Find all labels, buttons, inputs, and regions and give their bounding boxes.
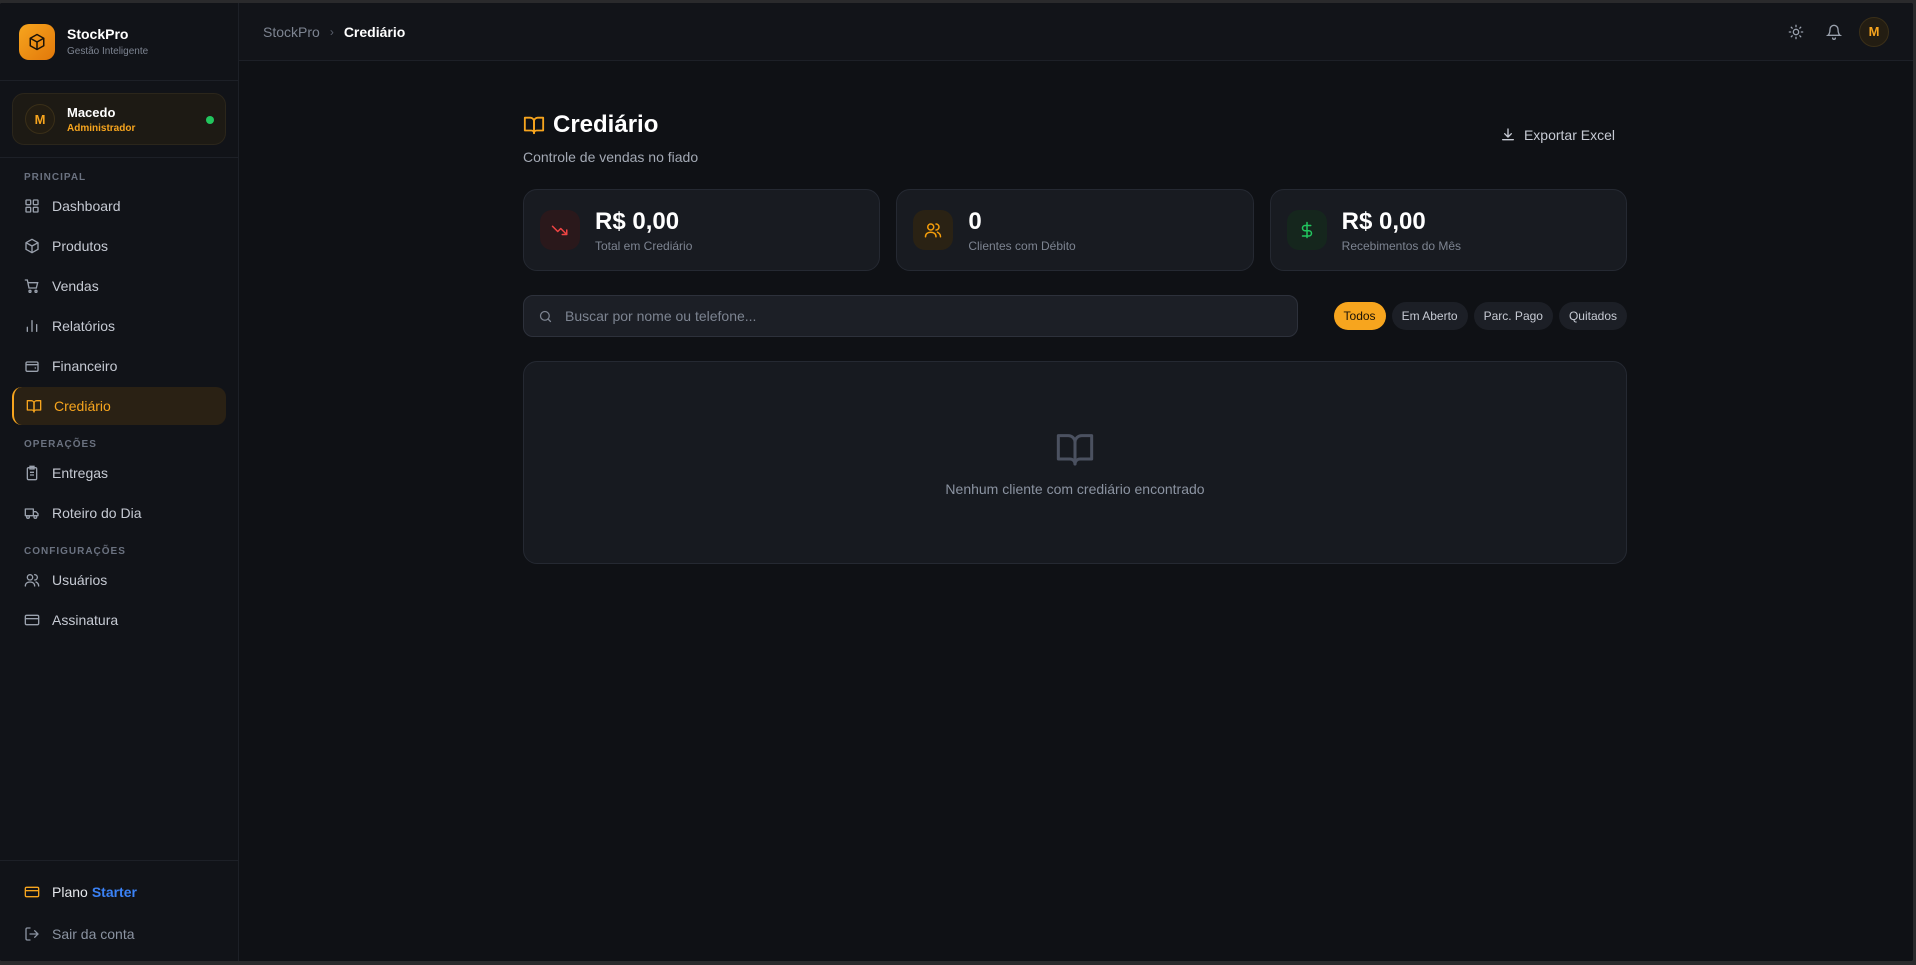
plan-link[interactable]: Plano Starter: [12, 873, 226, 911]
nav-section-operacoes: OPERAÇÕES: [24, 439, 97, 450]
stat-label: Recebimentos do Mês: [1341, 238, 1462, 253]
sidebar-footer: Plano Starter Sair da conta: [0, 860, 238, 961]
stats-row: R$ 0,00 Total em Crediário 0 Clientes co…: [523, 189, 1627, 271]
book-open-icon: [523, 114, 545, 136]
box-logo-icon: [19, 23, 55, 60]
user-card[interactable]: M Macedo Administrador: [12, 93, 226, 145]
stat-value: 0: [968, 207, 982, 235]
sidebar-item-produtos[interactable]: Produtos: [12, 227, 226, 265]
empty-state-text: Nenhum cliente com crediário encontrado: [945, 480, 1205, 497]
breadcrumb-current: Crediário: [343, 23, 406, 40]
filter-chip-quitados[interactable]: Quitados: [1558, 302, 1627, 330]
user-name: Macedo: [67, 104, 116, 120]
stat-value: R$ 0,00: [595, 207, 680, 235]
credit-card-icon: [24, 612, 40, 628]
user-role: Administrador: [67, 122, 136, 134]
plan-name: Starter: [91, 884, 137, 900]
filter-chip-parc-pago[interactable]: Parc. Pago: [1473, 302, 1553, 330]
avatar[interactable]: M: [1859, 16, 1889, 47]
sidebar-item-label: Crediário: [54, 398, 111, 414]
page-content: Crediário Controle de vendas no fiado Ex…: [523, 111, 1627, 564]
sidebar-item-usuarios[interactable]: Usuários: [12, 561, 226, 599]
sidebar-item-roteiro[interactable]: Roteiro do Dia: [12, 494, 226, 532]
stat-card-clientes: 0 Clientes com Débito: [896, 189, 1254, 271]
brand-name: StockPro: [67, 26, 129, 42]
sidebar-item-label: Financeiro: [52, 358, 118, 374]
stat-card-total: R$ 0,00 Total em Crediário: [523, 189, 881, 271]
download-icon: [1500, 127, 1516, 143]
logout-label: Sair da conta: [52, 926, 135, 942]
clipboard-icon: [24, 465, 40, 481]
stat-label: Total em Crediário: [595, 238, 693, 253]
brand-tagline: Gestão Inteligente: [67, 46, 149, 57]
brand[interactable]: StockPro Gestão Inteligente: [0, 3, 238, 81]
topbar: StockPro › Crediário M: [239, 3, 1913, 61]
stat-label: Clientes com Débito: [968, 238, 1076, 253]
dollar-icon: [1286, 210, 1327, 250]
sidebar-item-label: Assinatura: [52, 612, 119, 628]
logout-button[interactable]: Sair da conta: [12, 915, 226, 953]
grid-icon: [24, 198, 40, 214]
filter-bar: Todos Em Aberto Parc. Pago Quitados: [523, 295, 1627, 337]
chevron-right-icon: ›: [329, 24, 334, 39]
filter-chip-em-aberto[interactable]: Em Aberto: [1391, 302, 1468, 330]
sidebar-item-financeiro[interactable]: Financeiro: [12, 347, 226, 385]
users-icon: [913, 210, 954, 250]
sidebar-item-entregas[interactable]: Entregas: [12, 454, 226, 492]
book-open-icon: [26, 398, 42, 414]
bell-icon[interactable]: [1819, 17, 1849, 47]
sidebar-item-label: Roteiro do Dia: [52, 505, 142, 521]
sidebar-item-label: Usuários: [52, 572, 108, 588]
stat-card-recebimentos: R$ 0,00 Recebimentos do Mês: [1269, 189, 1627, 271]
search-box: [523, 295, 1298, 337]
users-icon: [24, 572, 40, 588]
sidebar-item-crediario[interactable]: Crediário: [12, 387, 226, 425]
nav-section-principal: PRINCIPAL: [24, 172, 87, 183]
sidebar-item-relatorios[interactable]: Relatórios: [12, 307, 226, 345]
sidebar-item-label: Produtos: [52, 238, 109, 254]
sidebar-item-assinatura[interactable]: Assinatura: [12, 601, 226, 639]
book-open-icon: [1055, 429, 1095, 469]
wallet-icon: [24, 358, 40, 374]
sidebar-item-dashboard[interactable]: Dashboard: [12, 187, 226, 225]
sidebar-item-label: Entregas: [52, 465, 109, 481]
status-filter-chips: Todos Em Aberto Parc. Pago Quitados: [1333, 302, 1627, 330]
sidebar-item-label: Relatórios: [52, 318, 116, 334]
trending-down-icon: [540, 210, 580, 250]
page-title: Crediário: [553, 111, 659, 138]
online-status-dot: [206, 116, 214, 124]
main-area: StockPro › Crediário M Crediário Control…: [239, 3, 1913, 961]
avatar: M: [25, 104, 55, 134]
plan-label: Plano: [52, 884, 88, 900]
empty-state: Nenhum cliente com crediário encontrado: [523, 361, 1627, 564]
breadcrumb-root[interactable]: StockPro: [263, 24, 320, 40]
package-icon: [24, 238, 40, 254]
search-input[interactable]: [565, 308, 1283, 324]
logout-icon: [24, 926, 40, 942]
sidebar-item-vendas[interactable]: Vendas: [12, 267, 226, 305]
stat-value: R$ 0,00: [1341, 207, 1426, 235]
bar-chart-icon: [24, 318, 40, 334]
sidebar-item-label: Dashboard: [52, 198, 121, 214]
export-label: Exportar Excel: [1523, 127, 1615, 143]
nav-section-configuracoes: CONFIGURAÇÕES: [24, 546, 126, 557]
filter-chip-todos[interactable]: Todos: [1333, 302, 1386, 330]
sidebar-item-label: Vendas: [52, 278, 99, 294]
export-excel-button[interactable]: Exportar Excel: [1500, 127, 1615, 143]
sun-icon[interactable]: [1781, 17, 1811, 47]
credit-card-icon: [24, 884, 40, 900]
app-window: StockPro Gestão Inteligente M Macedo Adm…: [0, 3, 1913, 961]
cart-icon: [24, 278, 40, 294]
search-icon: [538, 309, 553, 324]
page-subtitle: Controle de vendas no fiado: [523, 149, 699, 165]
truck-icon: [24, 505, 40, 521]
sidebar: StockPro Gestão Inteligente M Macedo Adm…: [0, 3, 239, 961]
